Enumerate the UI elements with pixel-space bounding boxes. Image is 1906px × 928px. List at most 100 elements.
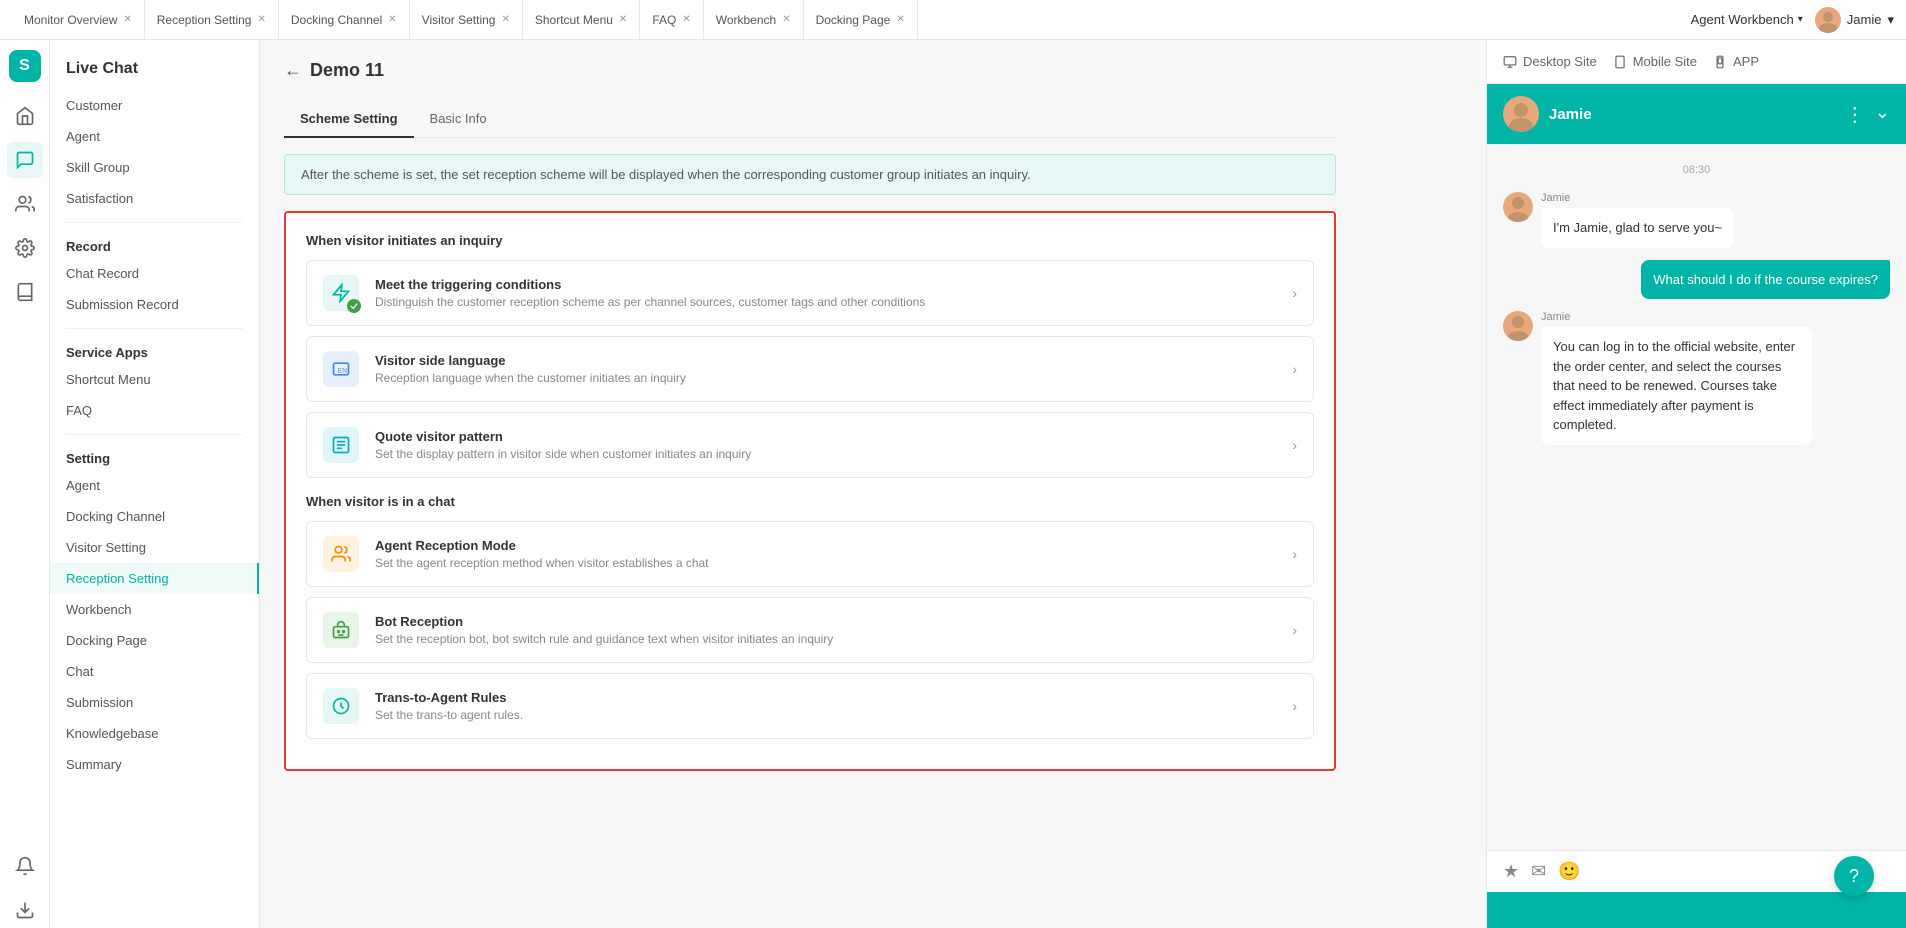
close-icon[interactable]: ✕ <box>257 14 265 25</box>
info-banner: After the scheme is set, the set recepti… <box>284 154 1336 195</box>
close-icon[interactable]: ✕ <box>782 14 790 25</box>
sidebar-icon-book[interactable] <box>7 274 43 310</box>
help-button[interactable]: ? <box>1834 856 1874 896</box>
setting-row-bot[interactable]: Bot Reception Set the reception bot, bot… <box>306 597 1314 663</box>
top-tab-reception-setting[interactable]: Reception Setting✕ <box>145 0 279 40</box>
trans-title: Trans-to-Agent Rules <box>375 690 1276 705</box>
page-header: ← Demo 11 <box>284 60 1336 81</box>
chat-tab-mobile[interactable]: Mobile Site <box>1613 50 1697 73</box>
chat-header-name: Jamie <box>1549 106 1835 123</box>
nav-item-skill-group[interactable]: Skill Group <box>50 152 259 183</box>
trigger-title: Meet the triggering conditions <box>375 277 1276 292</box>
chat-tab-app-label: APP <box>1733 54 1759 69</box>
trigger-badge <box>347 299 361 313</box>
footer-mail-icon[interactable]: ✉ <box>1531 861 1546 882</box>
chat-collapse-icon[interactable]: ⌄ <box>1875 102 1890 127</box>
sidebar-icon-bell[interactable] <box>7 848 43 884</box>
nav-item-shortcut-menu[interactable]: Shortcut Menu <box>50 364 259 395</box>
setting-row-agent-mode[interactable]: Agent Reception Mode Set the agent recep… <box>306 521 1314 587</box>
nav-item-submission-record[interactable]: Submission Record <box>50 289 259 320</box>
agent-mode-title: Agent Reception Mode <box>375 538 1276 553</box>
bot-icon <box>323 612 359 648</box>
sidebar-icon-download[interactable] <box>7 892 43 928</box>
sidebar-icon-settings[interactable] <box>7 230 43 266</box>
bot-title: Bot Reception <box>375 614 1276 629</box>
chat-tab-mobile-label: Mobile Site <box>1633 54 1697 69</box>
footer-star-icon[interactable]: ★ <box>1503 861 1519 882</box>
sidebar-icon-chat[interactable] <box>7 142 43 178</box>
top-tab-visitor-setting[interactable]: Visitor Setting✕ <box>410 0 523 40</box>
nav-sidebar: Live Chat Customer Agent Skill Group Sat… <box>50 40 260 928</box>
msg-content-3: Jamie You can log in to the official web… <box>1541 311 1812 445</box>
nav-item-workbench[interactable]: Workbench <box>50 594 259 625</box>
nav-section-general: Customer Agent Skill Group Satisfaction <box>50 90 259 214</box>
logo: S <box>9 50 41 82</box>
close-icon[interactable]: ✕ <box>123 14 131 25</box>
chat-panel-tabs: Desktop Site Mobile Site APP <box>1487 40 1906 84</box>
close-icon[interactable]: ✕ <box>501 14 509 25</box>
trigger-content: Meet the triggering conditions Distingui… <box>375 277 1276 309</box>
agent-workbench-dropdown[interactable]: Agent Workbench <box>1691 12 1803 27</box>
close-icon[interactable]: ✕ <box>388 14 396 25</box>
top-tab-workbench[interactable]: Workbench✕ <box>704 0 804 40</box>
nav-item-docking-page[interactable]: Docking Page <box>50 625 259 656</box>
close-icon[interactable]: ✕ <box>619 14 627 25</box>
msg-row-3: Jamie You can log in to the official web… <box>1503 311 1890 445</box>
scheme-section: When visitor initiates an inquiry Meet t… <box>284 211 1336 771</box>
nav-item-submission[interactable]: Submission <box>50 687 259 718</box>
top-tab-docking-page[interactable]: Docking Page✕ <box>804 0 918 40</box>
close-icon[interactable]: ✕ <box>896 14 904 25</box>
nav-item-setting-agent[interactable]: Agent <box>50 470 259 501</box>
top-tab-shortcut-menu[interactable]: Shortcut Menu✕ <box>523 0 640 40</box>
nav-item-summary[interactable]: Summary <box>50 749 259 780</box>
close-icon[interactable]: ✕ <box>682 14 690 25</box>
trigger-icon <box>323 275 359 311</box>
msg-avatar-3 <box>1503 311 1533 341</box>
user-name: Jamie <box>1847 12 1882 27</box>
msg-bubble-2: What should I do if the course expires? <box>1641 260 1890 300</box>
tab-scheme-setting[interactable]: Scheme Setting <box>284 101 414 138</box>
msg-content-1: Jamie I'm Jamie, glad to serve you~ <box>1541 192 1734 248</box>
nav-item-chat[interactable]: Chat <box>50 656 259 687</box>
setting-row-language[interactable]: EN Visitor side language Reception langu… <box>306 336 1314 402</box>
top-tab-docking-channel[interactable]: Docking Channel✕ <box>279 0 410 40</box>
quote-desc: Set the display pattern in visitor side … <box>375 447 1276 461</box>
nav-item-visitor-setting[interactable]: Visitor Setting <box>50 532 259 563</box>
content-inner: ← Demo 11 Scheme Setting Basic Info Afte… <box>260 40 1360 791</box>
time-divider: 08:30 <box>1503 164 1890 176</box>
top-tab-monitor-overview[interactable]: Monitor Overview✕ <box>12 0 145 40</box>
agent-mode-desc: Set the agent reception method when visi… <box>375 556 1276 570</box>
nav-item-faq[interactable]: FAQ <box>50 395 259 426</box>
quote-content: Quote visitor pattern Set the display pa… <box>375 429 1276 461</box>
chat-tab-app[interactable]: APP <box>1713 50 1759 73</box>
setting-row-trigger[interactable]: Meet the triggering conditions Distingui… <box>306 260 1314 326</box>
nav-item-satisfaction[interactable]: Satisfaction <box>50 183 259 214</box>
language-title: Visitor side language <box>375 353 1276 368</box>
language-icon: EN <box>323 351 359 387</box>
footer-emoji-icon[interactable]: 🙂 <box>1558 861 1580 882</box>
chat-tab-desktop[interactable]: Desktop Site <box>1503 50 1597 73</box>
sidebar-icon-home[interactable] <box>7 98 43 134</box>
nav-section-title-record: Record <box>50 231 259 258</box>
setting-row-quote[interactable]: Quote visitor pattern Set the display pa… <box>306 412 1314 478</box>
nav-item-reception-setting[interactable]: Reception Setting <box>50 563 259 594</box>
nav-item-agent[interactable]: Agent <box>50 121 259 152</box>
user-info[interactable]: Jamie ▾ <box>1815 7 1894 33</box>
agent-mode-icon <box>323 536 359 572</box>
chat-tab-desktop-label: Desktop Site <box>1523 54 1597 69</box>
top-tab-faq[interactable]: FAQ✕ <box>640 0 703 40</box>
sidebar-icon-people[interactable] <box>7 186 43 222</box>
msg-name-3: Jamie <box>1541 311 1812 323</box>
nav-item-customer[interactable]: Customer <box>50 90 259 121</box>
nav-item-docking-channel[interactable]: Docking Channel <box>50 501 259 532</box>
nav-item-chat-record[interactable]: Chat Record <box>50 258 259 289</box>
section-label-chat: When visitor is in a chat <box>306 494 1314 509</box>
nav-item-knowledgebase[interactable]: Knowledgebase <box>50 718 259 749</box>
chat-more-icon[interactable]: ⋮ <box>1845 102 1867 127</box>
svg-text:EN: EN <box>338 367 347 374</box>
tab-basic-info[interactable]: Basic Info <box>414 101 503 138</box>
chat-messages: 08:30 Jamie I'm Jamie, glad to serve you… <box>1487 144 1906 850</box>
setting-row-trans[interactable]: Trans-to-Agent Rules Set the trans-to ag… <box>306 673 1314 739</box>
back-button[interactable]: ← <box>284 60 302 81</box>
nav-section-title-setting: Setting <box>50 443 259 470</box>
